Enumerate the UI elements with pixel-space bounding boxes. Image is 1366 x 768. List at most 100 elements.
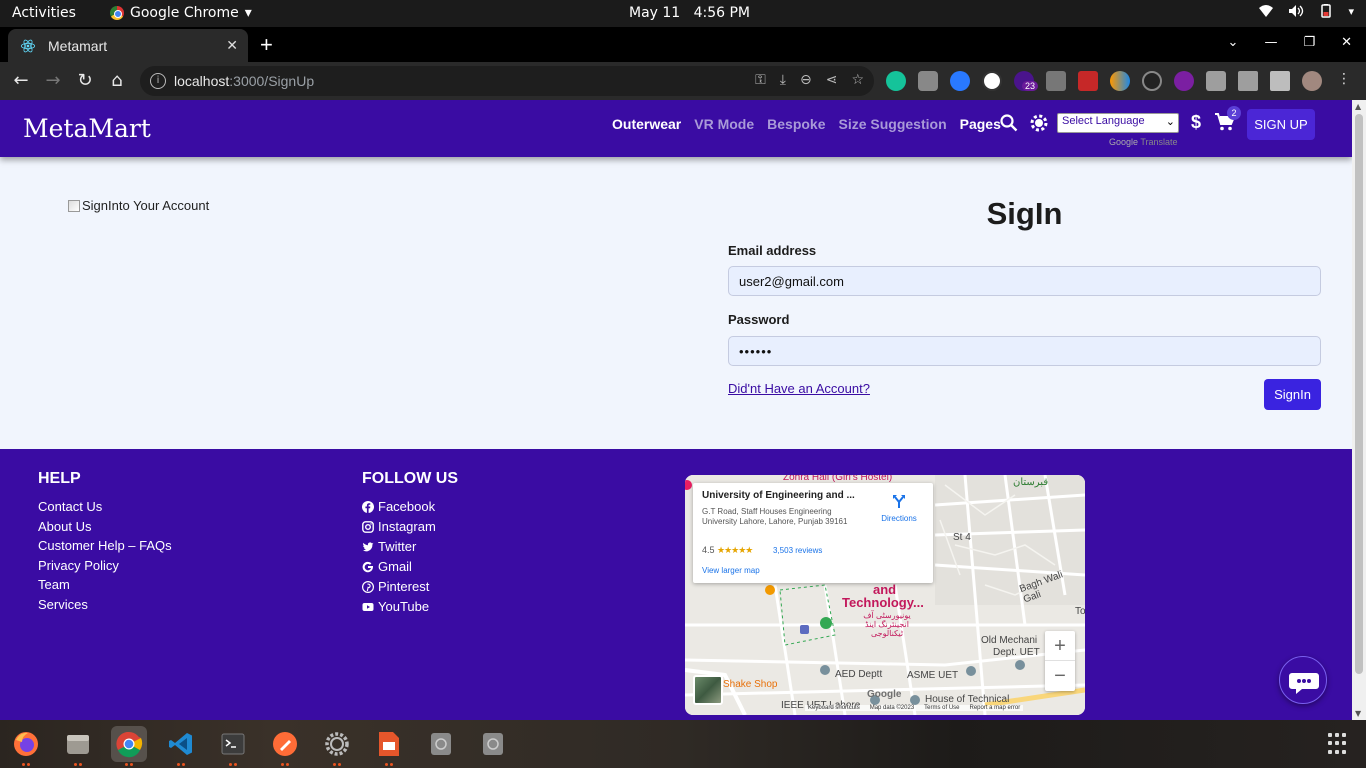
- dock-postman[interactable]: [267, 726, 303, 766]
- signup-button[interactable]: SIGN UP: [1247, 109, 1315, 140]
- chat-button[interactable]: [1279, 656, 1327, 704]
- key-icon[interactable]: ⚿: [755, 72, 766, 88]
- install-icon[interactable]: ⤓: [780, 72, 786, 88]
- currency-icon[interactable]: $: [1191, 112, 1201, 133]
- terms-link[interactable]: Terms of Use: [924, 705, 959, 711]
- dock-disk-2[interactable]: [475, 726, 511, 762]
- share-icon[interactable]: ⋖: [826, 72, 838, 88]
- extensions-puzzle-icon[interactable]: [1206, 71, 1226, 91]
- extension-purple-icon[interactable]: 23: [1014, 71, 1039, 91]
- site-info-icon[interactable]: i: [150, 73, 166, 89]
- minimize-icon[interactable]: —: [1264, 35, 1277, 50]
- tab-search-icon[interactable]: ⌄: [1228, 35, 1239, 50]
- view-larger-map-link[interactable]: View larger map: [702, 566, 760, 575]
- clock[interactable]: May 11 4:56 PM: [629, 5, 750, 21]
- chevron-down-icon: ⌄: [1165, 116, 1175, 128]
- nav-link-vr-mode[interactable]: VR Mode: [694, 116, 754, 132]
- nav-link-size-suggestion[interactable]: Size Suggestion: [839, 116, 947, 132]
- nav-link-pages[interactable]: Pages: [960, 116, 1001, 132]
- extension-gear-purple-icon[interactable]: [1174, 71, 1194, 91]
- terminal-icon: [221, 733, 245, 755]
- firefox-icon: [14, 732, 38, 756]
- footer-link-privacy[interactable]: Privacy Policy: [38, 556, 172, 576]
- password-field[interactable]: ••••••: [728, 336, 1321, 366]
- side-panel-icon[interactable]: [1270, 71, 1290, 91]
- footer-link-faqs[interactable]: Customer Help – FAQs: [38, 536, 172, 556]
- dock-terminal[interactable]: [215, 726, 251, 766]
- address-bar[interactable]: i localhost:3000/SignUp ⚿ ⤓ ⊖ ⋖ ☆: [140, 66, 874, 96]
- keyboard-shortcuts-link[interactable]: Keyboard shortcuts: [808, 705, 860, 711]
- social-link-gmail[interactable]: Gmail: [362, 557, 458, 577]
- brand-logo[interactable]: MetaMart: [23, 114, 151, 143]
- back-icon[interactable]: ←: [10, 70, 32, 92]
- home-icon[interactable]: ⌂: [106, 70, 128, 92]
- email-field[interactable]: user2@gmail.com: [728, 266, 1321, 296]
- dock-disk-1[interactable]: [423, 726, 459, 762]
- react-icon: [20, 39, 36, 52]
- more-menu-icon[interactable]: ⋮: [1334, 71, 1354, 91]
- window-controls: ⌄ — ❐ ✕: [1228, 35, 1352, 50]
- dock-firefox[interactable]: [8, 726, 44, 766]
- zoom-out-button[interactable]: −: [1045, 661, 1075, 691]
- reload-icon[interactable]: ↻: [74, 70, 96, 92]
- google-icon: [362, 561, 374, 573]
- google-map-embed[interactable]: Zohra Hall (Girl's Hostel) قبرستان St 4 …: [685, 475, 1085, 715]
- dock-impress[interactable]: [371, 726, 407, 766]
- extension-red-icon[interactable]: [1078, 71, 1098, 91]
- theme-gear-icon[interactable]: [1028, 112, 1050, 134]
- footer-link-contact[interactable]: Contact Us: [38, 497, 172, 517]
- social-link-pinterest[interactable]: Pinterest: [362, 577, 458, 597]
- dock-settings[interactable]: [319, 726, 355, 766]
- search-icon[interactable]: [1000, 114, 1018, 132]
- report-error-link[interactable]: Report a map error: [970, 705, 1021, 711]
- footer-link-team[interactable]: Team: [38, 575, 172, 595]
- footer-link-services[interactable]: Services: [38, 595, 172, 615]
- zoom-icon[interactable]: ⊖: [800, 72, 812, 88]
- activities-button[interactable]: Activities: [12, 5, 76, 21]
- forward-icon[interactable]: →: [42, 70, 64, 92]
- nav-link-outerwear[interactable]: Outerwear: [612, 116, 681, 132]
- language-select[interactable]: Select Language ⌄: [1057, 113, 1179, 133]
- zoom-in-button[interactable]: +: [1045, 631, 1075, 661]
- page-scrollbar[interactable]: ▲ ▼: [1352, 100, 1366, 720]
- translate-label[interactable]: Translate: [1140, 137, 1177, 147]
- bookmark-star-icon[interactable]: ☆: [851, 72, 864, 88]
- close-window-icon[interactable]: ✕: [1341, 35, 1352, 50]
- social-label: Facebook: [378, 499, 436, 514]
- grammarly-icon[interactable]: [886, 71, 906, 91]
- scroll-down-icon[interactable]: ▼: [1355, 709, 1361, 718]
- tab-metamart[interactable]: Metamart ✕: [8, 29, 248, 62]
- show-applications-grid-icon[interactable]: [1328, 733, 1350, 755]
- profile-avatar[interactable]: [1302, 71, 1322, 91]
- dock-files[interactable]: [60, 726, 96, 766]
- close-tab-icon[interactable]: ✕: [226, 37, 238, 54]
- extension-dark-icon[interactable]: [1142, 71, 1162, 91]
- signin-button[interactable]: SignIn: [1264, 379, 1321, 410]
- extension-orange-icon[interactable]: [1110, 71, 1130, 91]
- social-link-twitter[interactable]: Twitter: [362, 537, 458, 557]
- extension-blue-icon[interactable]: [950, 71, 970, 91]
- directions-button[interactable]: Directions: [876, 493, 922, 523]
- nav-link-bespoke[interactable]: Bespoke: [767, 116, 825, 132]
- camera-icon[interactable]: [918, 71, 938, 91]
- social-link-instagram[interactable]: Instagram: [362, 517, 458, 537]
- new-tab-button[interactable]: +: [260, 32, 273, 58]
- satellite-toggle[interactable]: [693, 675, 723, 705]
- maximize-icon[interactable]: ❐: [1303, 35, 1315, 50]
- signup-link[interactable]: Did'nt Have an Account?: [728, 381, 870, 396]
- media-queue-icon[interactable]: [1238, 71, 1258, 91]
- extension-w-icon[interactable]: [982, 71, 1002, 91]
- scroll-up-icon[interactable]: ▲: [1355, 102, 1361, 111]
- site-navbar: MetaMart Outerwear VR Mode Bespoke Size …: [0, 100, 1352, 157]
- extension-brush-icon[interactable]: [1046, 71, 1066, 91]
- dock-vscode[interactable]: [163, 726, 199, 766]
- social-link-youtube[interactable]: YouTube: [362, 597, 458, 617]
- reviews-link[interactable]: 3,503 reviews: [773, 546, 822, 555]
- scrollbar-thumb[interactable]: [1355, 114, 1363, 674]
- app-menu[interactable]: Google Chrome ▾: [110, 5, 252, 21]
- running-indicator: [123, 763, 135, 766]
- system-tray[interactable]: ▾: [1258, 4, 1354, 18]
- dock-chrome[interactable]: [111, 726, 147, 766]
- social-link-facebook[interactable]: Facebook: [362, 497, 458, 517]
- footer-link-about[interactable]: About Us: [38, 517, 172, 537]
